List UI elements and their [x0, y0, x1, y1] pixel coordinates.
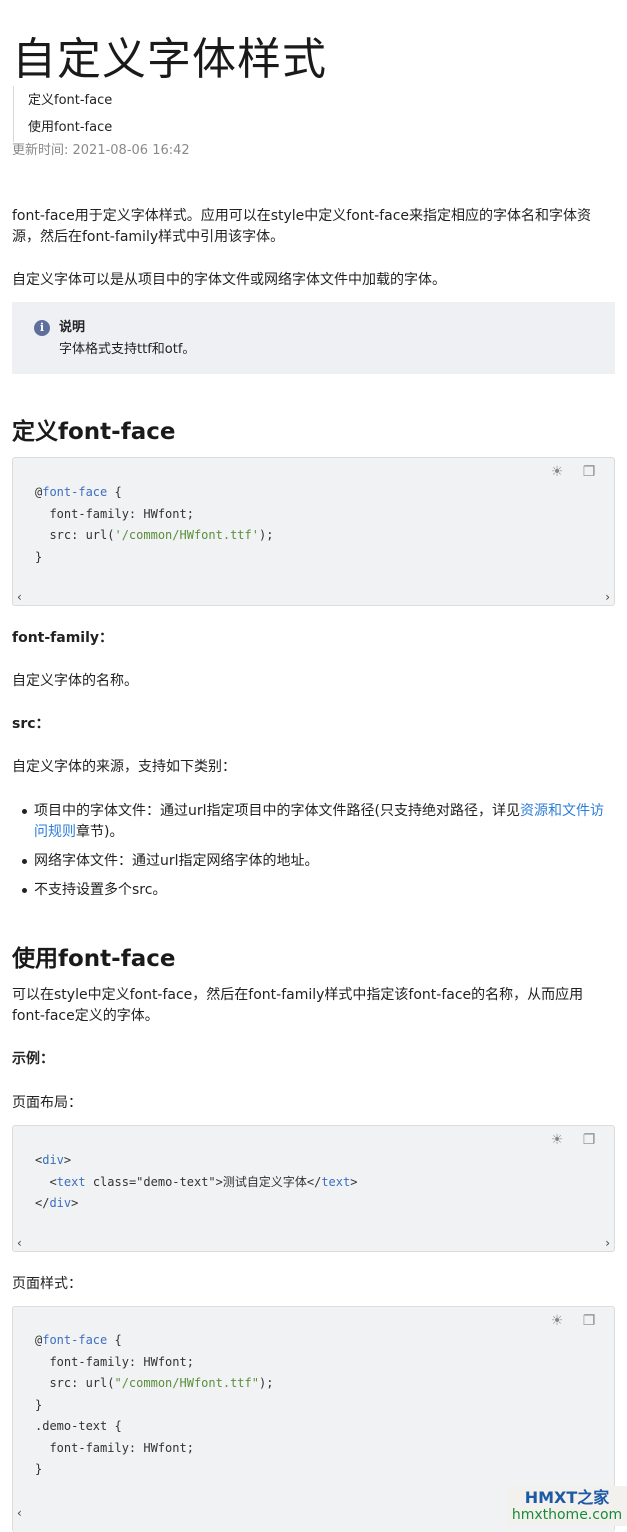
note-box: i 说明 字体格式支持ttf和otf。	[12, 302, 615, 374]
scroll-left-icon[interactable]: ‹	[17, 1236, 22, 1250]
update-time: 更新时间: 2021-08-06 16:42	[12, 143, 190, 158]
font-family-desc: 自定义字体的名称。	[12, 673, 138, 689]
sun-icon[interactable]: ☀	[549, 1313, 565, 1329]
toc-link-define[interactable]: 定义font-face	[28, 93, 112, 109]
note-text: 字体格式支持ttf和otf。	[59, 342, 196, 357]
style-label: 页面样式：	[12, 1276, 82, 1292]
section-heading-use: 使用font-face	[12, 946, 176, 972]
sun-icon[interactable]: ☀	[549, 464, 565, 480]
src-desc: 自定义字体的来源，支持如下类别：	[12, 759, 236, 775]
sun-icon[interactable]: ☀	[549, 1132, 565, 1148]
intro-paragraph-2: 自定义字体可以是从项目中的字体文件或网络字体文件中加载的字体。	[12, 272, 446, 288]
scroll-right-icon[interactable]: ›	[605, 590, 610, 604]
src-label: src：	[12, 716, 50, 732]
table-of-contents: 定义font-face 使用font-face	[13, 86, 214, 142]
note-title: 说明	[59, 320, 86, 335]
layout-label: 页面布局：	[12, 1095, 82, 1111]
scroll-left-icon[interactable]: ‹	[17, 1506, 22, 1520]
watermark-url: hmxthome.com	[511, 1507, 623, 1523]
page-title: 自定义字体样式	[12, 34, 327, 86]
copy-icon[interactable]: ❐	[581, 464, 597, 480]
copy-icon[interactable]: ❐	[581, 1132, 597, 1148]
use-desc: 可以在style中定义font-face，然后在font-family样式中指定…	[12, 987, 584, 1024]
example-label: 示例：	[12, 1051, 54, 1067]
section-heading-define: 定义font-face	[12, 419, 176, 445]
font-family-label: font-family：	[12, 630, 114, 646]
code-block-layout: ☀ ❐ <div> <text class="demo-text">测试自定义字…	[12, 1125, 615, 1252]
watermark-brand: HMXT之家	[524, 1488, 610, 1507]
scroll-left-icon[interactable]: ‹	[17, 590, 22, 604]
code-text: @font-face { font-family: HWfont; src: u…	[35, 1333, 274, 1476]
info-icon: i	[34, 320, 50, 336]
copy-icon[interactable]: ❐	[581, 1313, 597, 1329]
toc-link-use[interactable]: 使用font-face	[28, 120, 112, 136]
code-block-define: ☀ ❐ @font-face { font-family: HWfont; sr…	[12, 457, 615, 606]
scroll-right-icon[interactable]: ›	[605, 1236, 610, 1250]
code-text: <div> <text class="demo-text">测试自定义字体</t…	[35, 1153, 358, 1210]
watermark: HMXT之家 hmxthome.com	[507, 1486, 627, 1526]
intro-paragraph: font-face用于定义字体样式。应用可以在style中定义font-face…	[12, 208, 592, 245]
code-text: @font-face { font-family: HWfont; src: u…	[35, 485, 274, 564]
